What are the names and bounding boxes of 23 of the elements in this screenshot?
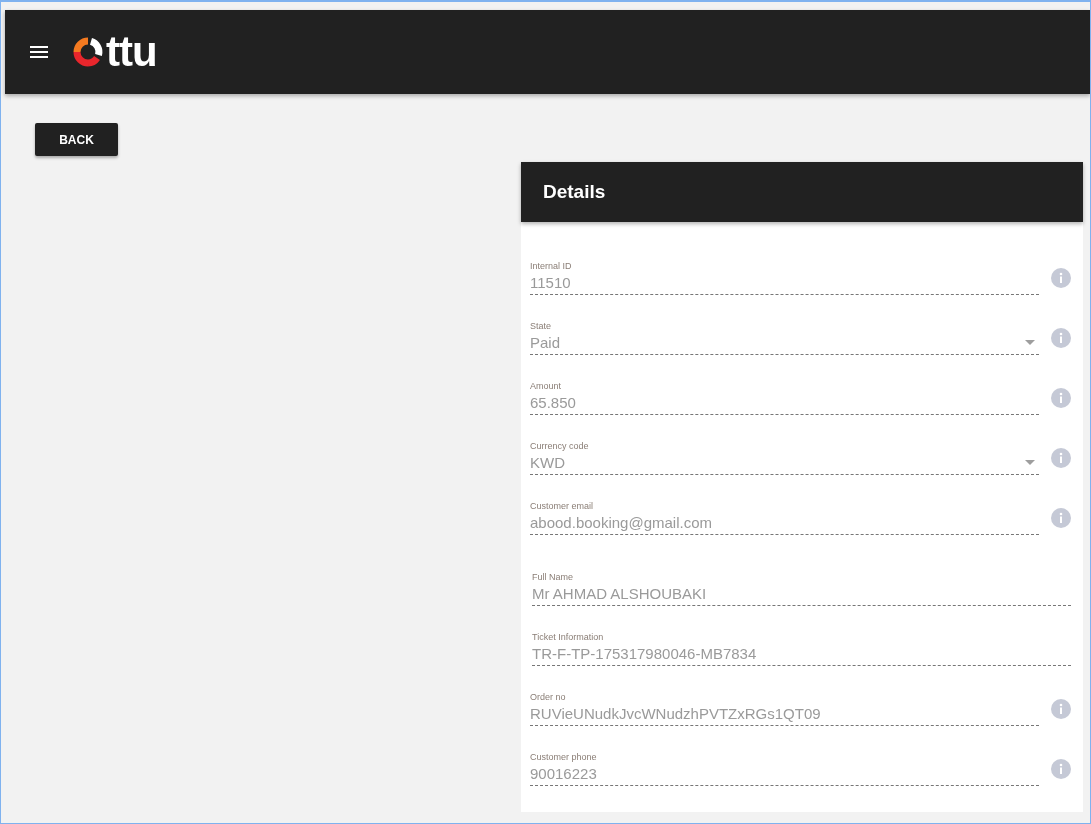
info-icon[interactable] xyxy=(1051,508,1071,528)
form-field[interactable]: Order no RUVieUNudkJvcWNudzhPVTZxRGs1QT09 xyxy=(530,692,1039,726)
info-icon[interactable] xyxy=(1051,268,1071,288)
caret-icon xyxy=(1025,340,1035,345)
form-field[interactable]: Full Name Mr AHMAD ALSHOUBAKI xyxy=(532,572,1071,606)
form-field[interactable]: Customer email abood.booking@gmail.com xyxy=(530,501,1039,535)
form-field[interactable]: Currency code KWD xyxy=(530,441,1039,475)
back-button[interactable]: BACK xyxy=(35,123,118,156)
info-icon[interactable] xyxy=(1051,328,1071,348)
card-title: Details xyxy=(543,181,606,203)
form-field[interactable]: Amount 65.850 xyxy=(530,381,1039,415)
form-field[interactable]: Ticket Information TR-F-TP-175317980046-MB7834 xyxy=(532,632,1071,666)
ring-logo-icon xyxy=(71,35,105,69)
form-field[interactable]: State Paid xyxy=(530,321,1039,355)
info-icon[interactable] xyxy=(1051,448,1071,468)
form-field[interactable]: Customer phone 90016223 xyxy=(530,752,1039,786)
info-icon[interactable] xyxy=(1051,699,1071,719)
caret-icon xyxy=(1025,460,1035,465)
info-icon[interactable] xyxy=(1051,759,1071,779)
logo-text: ttu xyxy=(106,31,157,73)
menu-icon[interactable] xyxy=(30,45,48,59)
form-field[interactable]: Internal ID 11510 xyxy=(530,261,1039,295)
info-icon[interactable] xyxy=(1051,388,1071,408)
